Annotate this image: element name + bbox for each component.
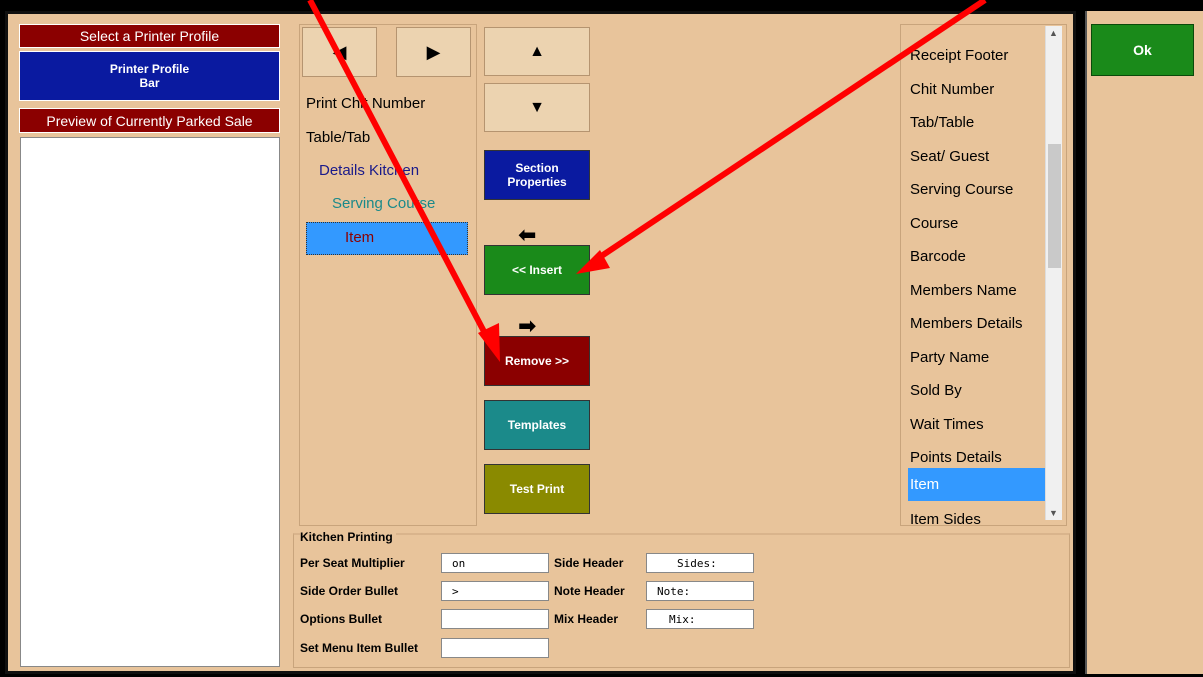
preview-box — [20, 137, 280, 667]
list-item[interactable]: Receipt Footer — [908, 39, 1046, 72]
left-arrow-icon: ◀ — [332, 41, 347, 62]
list-item[interactable]: Members Details — [908, 307, 1046, 340]
tree-item[interactable]: Details Kitchen — [319, 162, 419, 179]
preview-header-label: Preview of Currently Parked Sale — [46, 112, 253, 129]
mix-header-label: Mix Header — [554, 612, 619, 626]
list-item[interactable]: Sold By — [908, 374, 1046, 407]
tree-item[interactable]: Print Chit Number — [306, 95, 425, 112]
per-seat-field[interactable]: on — [441, 553, 549, 573]
insert-button[interactable]: << Insert — [484, 245, 590, 295]
list-item[interactable]: Course — [908, 207, 1046, 240]
tree-item[interactable]: Table/Tab — [306, 129, 370, 146]
profile-line1: Printer Profile — [109, 62, 190, 76]
list-item[interactable]: Party Name — [908, 341, 1046, 374]
side-order-label: Side Order Bullet — [300, 584, 399, 598]
list-item[interactable]: Barcode — [908, 240, 1046, 273]
preview-parked-sale-button[interactable]: Preview of Currently Parked Sale — [19, 108, 280, 133]
scroll-thumb[interactable] — [1048, 144, 1061, 268]
select-printer-profile-label: Select a Printer Profile — [79, 28, 220, 44]
mix-header-field[interactable]: Mix: — [646, 609, 754, 629]
list-item[interactable]: Chit Number — [908, 73, 1046, 106]
insert-label: << Insert — [511, 263, 563, 277]
options-bullet-label: Options Bullet — [300, 612, 382, 626]
list-item[interactable]: Item Sides — [908, 503, 1046, 525]
scroll-up-icon[interactable]: ▲ — [1049, 28, 1058, 38]
move-up-button[interactable]: ▲ — [484, 27, 590, 76]
list-scrollbar[interactable]: ▲ ▼ — [1045, 26, 1062, 520]
list-item[interactable]: Seat/ Guest — [908, 140, 1046, 173]
down-arrow-icon: ▼ — [529, 98, 545, 116]
remove-button[interactable]: Remove >> — [484, 336, 590, 386]
section-properties-button[interactable]: Section Properties — [484, 150, 590, 200]
test-print-label: Test Print — [509, 482, 565, 496]
section-properties-line2: Properties — [507, 175, 567, 189]
right-arrow-icon: ▶ — [426, 41, 441, 62]
set-menu-field[interactable] — [441, 638, 549, 658]
side-header-field[interactable]: Sides: — [646, 553, 754, 573]
tree-item[interactable]: Serving Course — [332, 195, 435, 212]
select-printer-profile-button[interactable]: Select a Printer Profile — [19, 24, 280, 48]
up-arrow-icon: ▲ — [529, 42, 545, 60]
side-order-field[interactable]: > — [441, 581, 549, 601]
note-header-field[interactable]: Note: — [646, 581, 754, 601]
printer-profile-bar-button[interactable]: Printer Profile Bar — [19, 51, 280, 101]
tree-item-selected[interactable]: Item — [306, 222, 468, 255]
list-item[interactable]: Tab/Table — [908, 106, 1046, 139]
available-fields-list[interactable]: Receipt Footer Chit Number Tab/Table Sea… — [900, 24, 1067, 526]
ok-label: Ok — [1133, 42, 1152, 58]
kitchen-printing-title: Kitchen Printing — [300, 530, 396, 544]
templates-button[interactable]: Templates — [484, 400, 590, 450]
note-header-label: Note Header — [554, 584, 625, 598]
next-button[interactable]: ▶ — [396, 27, 471, 77]
list-item[interactable]: Serving Course — [908, 173, 1046, 206]
remove-label: Remove >> — [504, 354, 570, 368]
list-item[interactable]: Members Name — [908, 274, 1046, 307]
previous-button[interactable]: ◀ — [302, 27, 377, 77]
test-print-button[interactable]: Test Print — [484, 464, 590, 514]
right-panel — [1085, 11, 1203, 674]
list-item-selected[interactable]: Item — [908, 468, 1046, 501]
templates-label: Templates — [507, 418, 567, 432]
scroll-down-icon[interactable]: ▼ — [1049, 508, 1058, 518]
per-seat-label: Per Seat Multiplier — [300, 556, 405, 570]
profile-line2: Bar — [139, 76, 160, 90]
ok-button[interactable]: Ok — [1091, 24, 1194, 76]
set-menu-label: Set Menu Item Bullet — [300, 641, 419, 655]
move-down-button[interactable]: ▼ — [484, 83, 590, 132]
options-bullet-field[interactable] — [441, 609, 549, 629]
section-properties-line1: Section — [515, 161, 559, 175]
side-header-label: Side Header — [554, 556, 624, 570]
list-item[interactable]: Wait Times — [908, 408, 1046, 441]
